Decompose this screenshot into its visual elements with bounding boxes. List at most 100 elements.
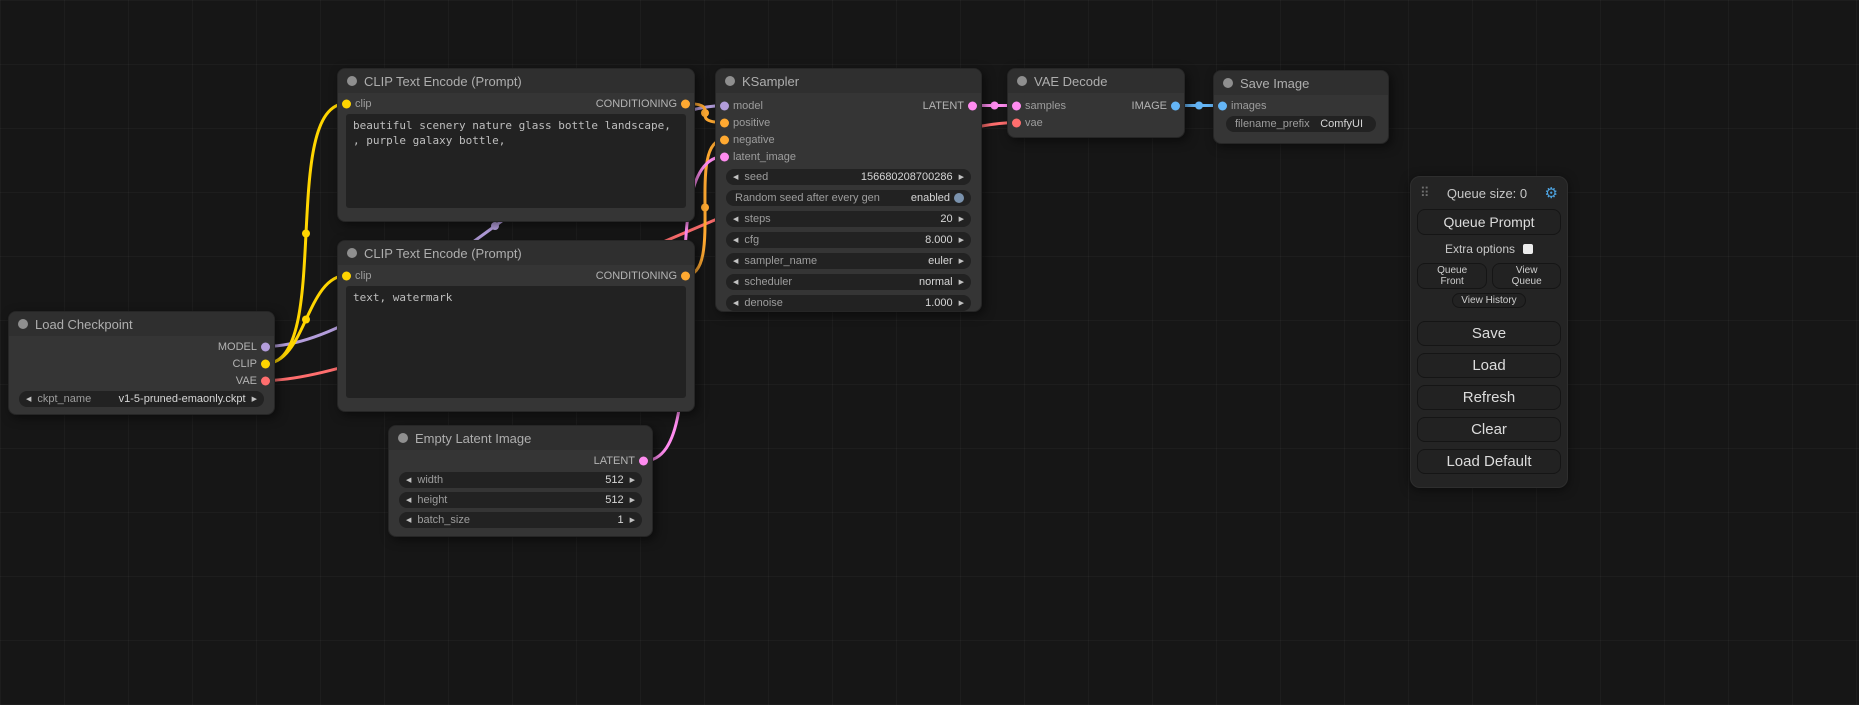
denoise-widget[interactable]: ◀ denoise 1.000 ▶ xyxy=(726,295,971,311)
clear-button[interactable]: Clear xyxy=(1417,417,1561,442)
view-queue-button[interactable]: View Queue xyxy=(1492,263,1561,289)
queue-size-label: Queue size: 0 xyxy=(1430,186,1545,201)
increment-arrow-icon[interactable]: ▶ xyxy=(630,497,635,504)
graph-canvas[interactable]: Load Checkpoint MODEL CLIP VAE ◀ ckpt_na… xyxy=(0,0,1859,705)
ckpt-name-widget[interactable]: ◀ ckpt_name v1-5-pruned-emaonly.ckpt ▶ xyxy=(19,391,264,407)
decrement-arrow-icon[interactable]: ◀ xyxy=(733,300,738,307)
save-button[interactable]: Save xyxy=(1417,321,1561,346)
conditioning-output-port[interactable] xyxy=(681,99,690,108)
drag-handle-icon[interactable]: ⠿ xyxy=(1420,185,1430,201)
node-title-bar[interactable]: Load Checkpoint xyxy=(9,312,274,336)
port-row: vae xyxy=(1008,114,1184,131)
decrement-arrow-icon[interactable]: ◀ xyxy=(733,237,738,244)
settings-gear-icon[interactable]: ⚙ xyxy=(1545,184,1558,202)
image-output-port[interactable] xyxy=(1171,101,1180,110)
prompt-textarea[interactable]: beautiful scenery nature glass bottle la… xyxy=(346,114,686,208)
negative-input-port[interactable] xyxy=(720,135,729,144)
increment-arrow-icon[interactable]: ▶ xyxy=(959,174,964,181)
node-title: KSampler xyxy=(742,74,799,89)
increment-arrow-icon[interactable]: ▶ xyxy=(630,517,635,524)
images-input-port[interactable] xyxy=(1218,101,1227,110)
sampler-name-widget[interactable]: ◀ sampler_name euler ▶ xyxy=(726,253,971,269)
queue-prompt-button[interactable]: Queue Prompt xyxy=(1417,209,1561,235)
cfg-widget[interactable]: ◀ cfg 8.000 ▶ xyxy=(726,232,971,248)
collapse-dot-icon[interactable] xyxy=(398,433,408,443)
clip-input-port[interactable] xyxy=(342,271,351,280)
menu-header: ⠿ Queue size: 0 ⚙ xyxy=(1417,182,1561,209)
refresh-button[interactable]: Refresh xyxy=(1417,385,1561,410)
increment-arrow-icon[interactable]: ▶ xyxy=(959,279,964,286)
collapse-dot-icon[interactable] xyxy=(1017,76,1027,86)
conditioning-output-port[interactable] xyxy=(681,271,690,280)
filename-prefix-widget[interactable]: filename_prefix ComfyUI xyxy=(1226,116,1376,132)
node-vae-decode[interactable]: VAE Decode samples IMAGE vae xyxy=(1007,68,1185,138)
increment-arrow-icon[interactable]: ▶ xyxy=(959,258,964,265)
decrement-arrow-icon[interactable]: ◀ xyxy=(733,279,738,286)
queue-front-button[interactable]: Queue Front xyxy=(1417,263,1487,289)
height-widget[interactable]: ◀ height 512 ▶ xyxy=(399,492,642,508)
vae-input-port[interactable] xyxy=(1012,118,1021,127)
increment-arrow-icon[interactable]: ▶ xyxy=(959,216,964,223)
clip-input-port[interactable] xyxy=(342,99,351,108)
increment-arrow-icon[interactable]: ▶ xyxy=(252,396,257,403)
width-widget[interactable]: ◀ width 512 ▶ xyxy=(399,472,642,488)
latent-image-input-port[interactable] xyxy=(720,152,729,161)
node-load-checkpoint[interactable]: Load Checkpoint MODEL CLIP VAE ◀ ckpt_na… xyxy=(8,311,275,415)
output-label-latent: LATENT xyxy=(594,455,635,467)
extra-options-checkbox[interactable] xyxy=(1523,244,1533,254)
steps-widget[interactable]: ◀ steps 20 ▶ xyxy=(726,211,971,227)
node-title-bar[interactable]: KSampler xyxy=(716,69,981,93)
collapse-dot-icon[interactable] xyxy=(1223,78,1233,88)
node-title-bar[interactable]: Save Image xyxy=(1214,71,1388,95)
latent-output-port[interactable] xyxy=(968,101,977,110)
widget-label: scheduler xyxy=(744,276,792,288)
samples-input-port[interactable] xyxy=(1012,101,1021,110)
model-output-port[interactable] xyxy=(261,342,270,351)
node-ksampler[interactable]: KSampler model LATENT positive negative … xyxy=(715,68,982,312)
model-input-port[interactable] xyxy=(720,101,729,110)
node-title-bar[interactable]: CLIP Text Encode (Prompt) xyxy=(338,241,694,265)
prompt-textarea[interactable]: text, watermark xyxy=(346,286,686,398)
batch-size-widget[interactable]: ◀ batch_size 1 ▶ xyxy=(399,512,642,528)
output-label-conditioning: CONDITIONING xyxy=(596,98,677,110)
positive-input-port[interactable] xyxy=(720,118,729,127)
scheduler-widget[interactable]: ◀ scheduler normal ▶ xyxy=(726,274,971,290)
latent-output-port[interactable] xyxy=(639,457,648,466)
widget-label: ckpt_name xyxy=(37,393,91,405)
view-history-button[interactable]: View History xyxy=(1452,293,1525,308)
load-default-button[interactable]: Load Default xyxy=(1417,449,1561,474)
output-label-vae: VAE xyxy=(236,375,257,387)
decrement-arrow-icon[interactable]: ◀ xyxy=(406,517,411,524)
port-row: clip CONDITIONING xyxy=(338,95,694,112)
decrement-arrow-icon[interactable]: ◀ xyxy=(26,396,31,403)
decrement-arrow-icon[interactable]: ◀ xyxy=(406,477,411,484)
clip-output-port[interactable] xyxy=(261,359,270,368)
collapse-dot-icon[interactable] xyxy=(347,76,357,86)
node-title-bar[interactable]: CLIP Text Encode (Prompt) xyxy=(338,69,694,93)
load-button[interactable]: Load xyxy=(1417,353,1561,378)
node-clip-text-encode-positive[interactable]: CLIP Text Encode (Prompt) clip CONDITION… xyxy=(337,68,695,222)
increment-arrow-icon[interactable]: ▶ xyxy=(959,237,964,244)
increment-arrow-icon[interactable]: ▶ xyxy=(630,477,635,484)
input-label-clip: clip xyxy=(355,98,372,110)
node-save-image[interactable]: Save Image images filename_prefix ComfyU… xyxy=(1213,70,1389,144)
decrement-arrow-icon[interactable]: ◀ xyxy=(733,174,738,181)
widget-label: steps xyxy=(744,213,770,225)
node-empty-latent-image[interactable]: Empty Latent Image LATENT ◀ width 512 ▶ … xyxy=(388,425,653,537)
node-title-bar[interactable]: Empty Latent Image xyxy=(389,426,652,450)
seed-widget[interactable]: ◀ seed 156680208700286 ▶ xyxy=(726,169,971,185)
vae-output-port[interactable] xyxy=(261,376,270,385)
node-clip-text-encode-negative[interactable]: CLIP Text Encode (Prompt) clip CONDITION… xyxy=(337,240,695,412)
increment-arrow-icon[interactable]: ▶ xyxy=(959,300,964,307)
decrement-arrow-icon[interactable]: ◀ xyxy=(733,216,738,223)
collapse-dot-icon[interactable] xyxy=(725,76,735,86)
node-title-bar[interactable]: VAE Decode xyxy=(1008,69,1184,93)
decrement-arrow-icon[interactable]: ◀ xyxy=(733,258,738,265)
collapse-dot-icon[interactable] xyxy=(18,319,28,329)
decrement-arrow-icon[interactable]: ◀ xyxy=(406,497,411,504)
port-row: negative xyxy=(716,131,981,148)
input-label-negative: negative xyxy=(733,134,775,146)
collapse-dot-icon[interactable] xyxy=(347,248,357,258)
random-seed-toggle-widget[interactable]: Random seed after every gen enabled xyxy=(726,190,971,206)
toggle-knob-icon[interactable] xyxy=(954,193,964,203)
